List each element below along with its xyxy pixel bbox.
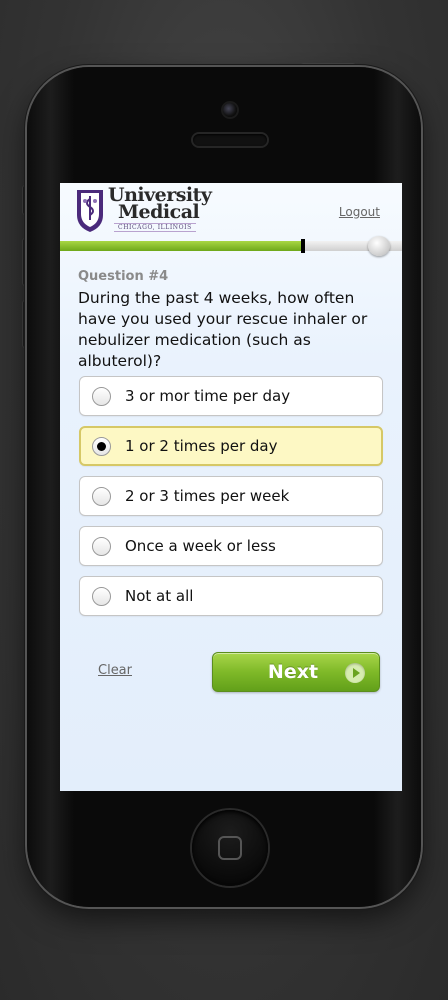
progress-fill (60, 241, 303, 251)
front-camera (223, 103, 237, 117)
radio-button[interactable] (92, 437, 111, 456)
app-screen: University Medical CHICAGO, ILLINOIS Log… (60, 183, 402, 791)
answer-option-5[interactable]: Not at all (79, 576, 383, 616)
next-button[interactable]: Next (212, 652, 380, 692)
home-square-icon (218, 836, 242, 860)
home-button (192, 810, 268, 886)
radio-button[interactable] (92, 387, 111, 406)
answer-option-3[interactable]: 2 or 3 times per week (79, 476, 383, 516)
answer-option-1[interactable]: 3 or mor time per day (79, 376, 383, 416)
question-number: Question #4 (78, 269, 169, 284)
app-header: University Medical CHICAGO, ILLINOIS Log… (60, 183, 402, 241)
question-text: During the past 4 weeks, how often have … (78, 289, 368, 370)
radio-button[interactable] (92, 587, 111, 606)
answer-label: Not at all (125, 587, 194, 605)
clear-link[interactable]: Clear (98, 663, 132, 678)
device-stage: University Medical CHICAGO, ILLINOIS Log… (0, 0, 448, 1000)
radio-dot (97, 442, 106, 451)
progress-marker (301, 239, 305, 253)
answer-option-4[interactable]: Once a week or less (79, 526, 383, 566)
answer-label: 1 or 2 times per day (125, 437, 278, 455)
answer-label: Once a week or less (125, 537, 276, 555)
logo-tagline: CHICAGO, ILLINOIS (114, 223, 196, 232)
play-arrow-icon (345, 663, 365, 683)
survey-progress-bar (60, 236, 402, 256)
radio-button[interactable] (92, 487, 111, 506)
earpiece-speaker (193, 134, 267, 146)
progress-end-knob (368, 236, 390, 256)
university-logo-text: University Medical (108, 186, 212, 223)
university-shield-icon (77, 190, 103, 232)
answer-label: 3 or mor time per day (125, 387, 291, 405)
answer-option-2[interactable]: 1 or 2 times per day (79, 426, 383, 466)
answer-label: 2 or 3 times per week (125, 487, 290, 505)
radio-button[interactable] (92, 537, 111, 556)
logo-line-medical: Medical (118, 201, 200, 223)
answer-options: 3 or mor time per day 1 or 2 times per d… (79, 376, 383, 626)
logout-link[interactable]: Logout (339, 205, 380, 219)
